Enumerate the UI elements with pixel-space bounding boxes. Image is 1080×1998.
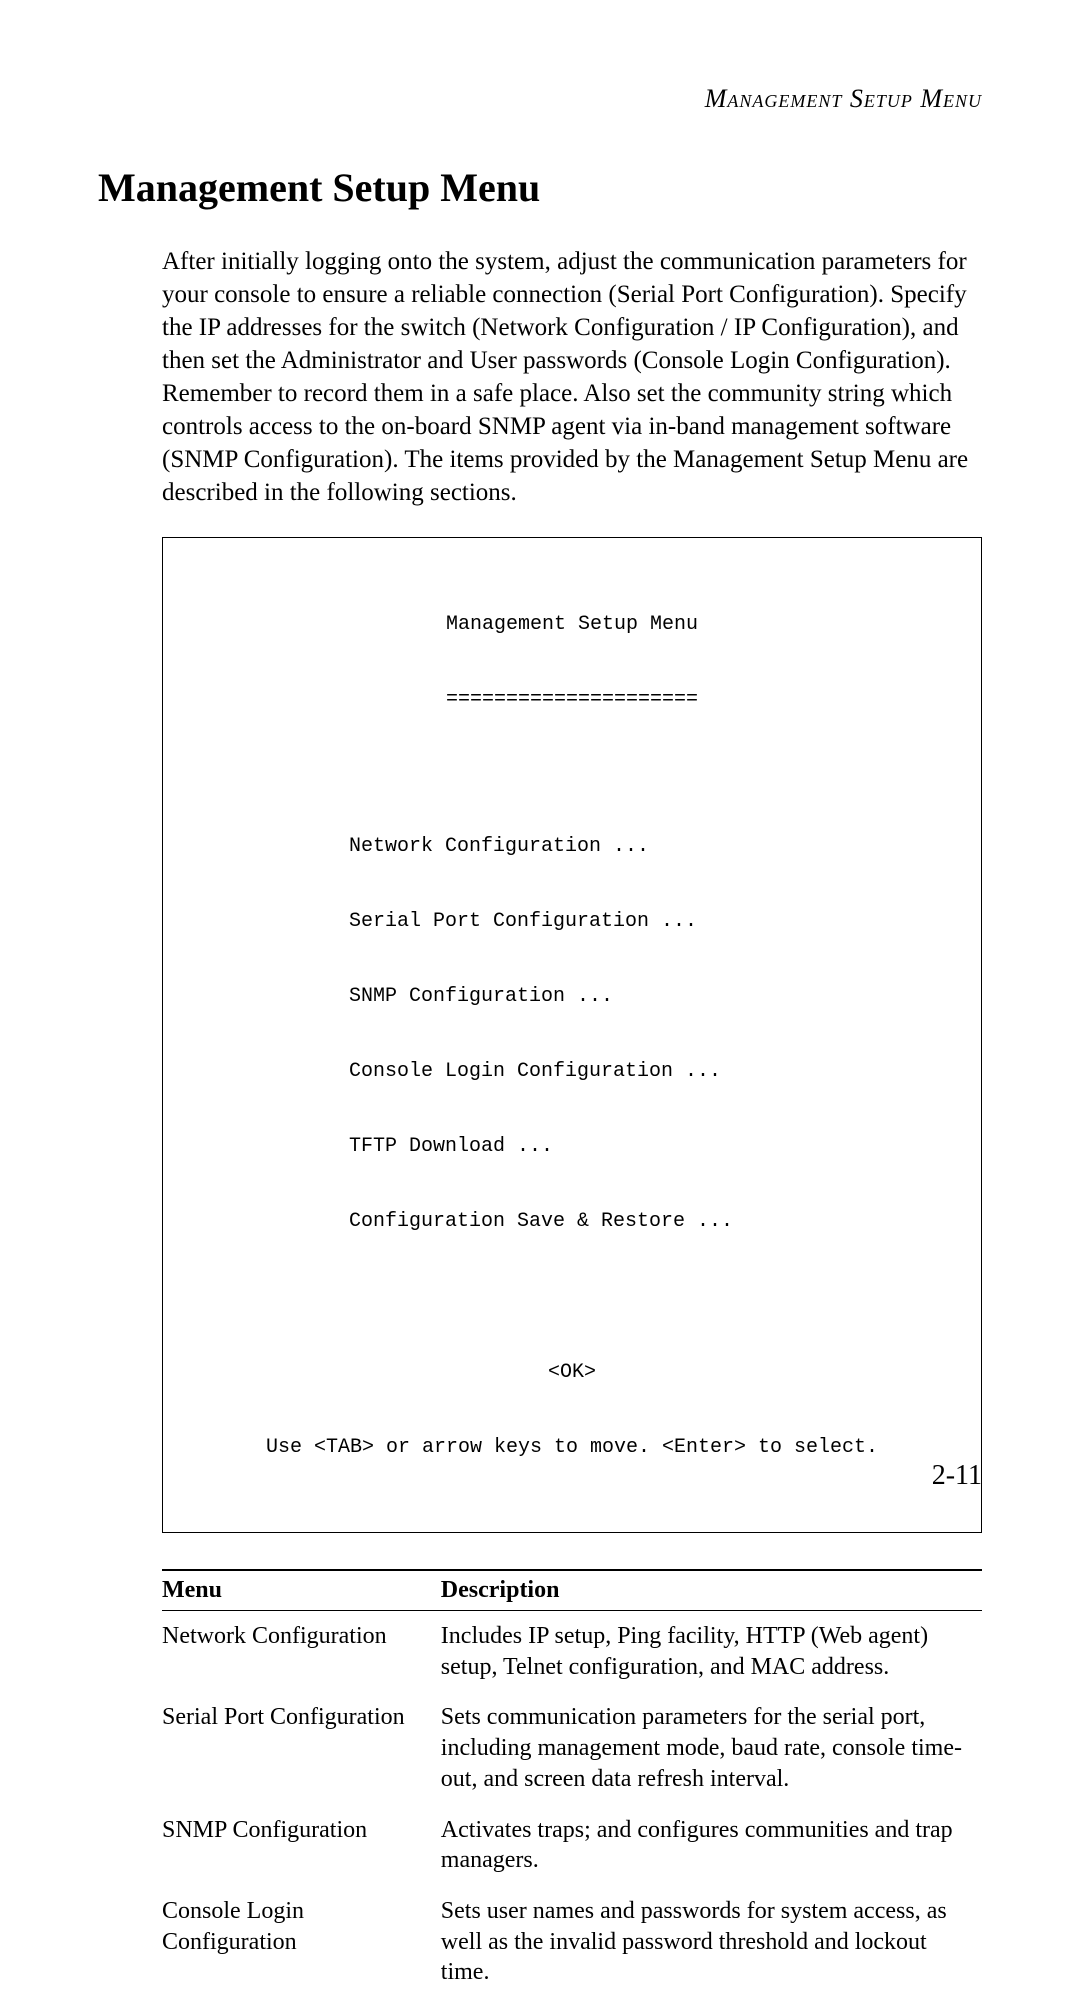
table-row: Console Login Configuration Sets user na…	[162, 1886, 982, 1998]
terminal-title: Management Setup Menu	[183, 612, 961, 637]
table-cell-menu: Console Login Configuration	[162, 1886, 441, 1998]
terminal-menu-items: Network Configuration ... Serial Port Co…	[183, 784, 961, 1284]
menu-description-table: Menu Description Network Configuration I…	[162, 1569, 982, 1998]
table-cell-description: Sets user names and passwords for system…	[441, 1886, 982, 1998]
table-header-description: Description	[441, 1570, 982, 1611]
table-row: Serial Port Configuration Sets communica…	[162, 1692, 982, 1804]
table-cell-menu: SNMP Configuration	[162, 1805, 441, 1886]
table-cell-description: Includes IP setup, Ping facility, HTTP (…	[441, 1611, 982, 1693]
page-number: 2-11	[932, 1460, 982, 1492]
terminal-screenshot: Management Setup Menu ==================…	[162, 537, 982, 1533]
table-cell-description: Sets communication parameters for the se…	[441, 1692, 982, 1804]
terminal-item: Configuration Save & Restore ...	[349, 1209, 961, 1234]
terminal-item: Serial Port Configuration ...	[349, 909, 961, 934]
terminal-divider: =====================	[183, 687, 961, 712]
terminal-hint: Use <TAB> or arrow keys to move. <Enter>…	[183, 1435, 961, 1460]
terminal-item: Console Login Configuration ...	[349, 1059, 961, 1084]
section-heading: Management Setup Menu	[98, 164, 982, 211]
table-cell-menu: Serial Port Configuration	[162, 1692, 441, 1804]
table-header-menu: Menu	[162, 1570, 441, 1611]
table-row: Network Configuration Includes IP setup,…	[162, 1611, 982, 1693]
table-row: SNMP Configuration Activates traps; and …	[162, 1805, 982, 1886]
running-head: Management Setup Menu	[98, 84, 982, 114]
table-cell-menu: Network Configuration	[162, 1611, 441, 1693]
table-cell-description: Activates traps; and configures communit…	[441, 1805, 982, 1886]
terminal-item: TFTP Download ...	[349, 1134, 961, 1159]
terminal-item: SNMP Configuration ...	[349, 984, 961, 1009]
intro-paragraph: After initially logging onto the system,…	[162, 245, 982, 509]
terminal-ok: <OK>	[183, 1360, 961, 1385]
table-header-row: Menu Description	[162, 1570, 982, 1611]
terminal-item: Network Configuration ...	[349, 834, 961, 859]
document-page: Management Setup Menu Management Setup M…	[0, 0, 1080, 1570]
